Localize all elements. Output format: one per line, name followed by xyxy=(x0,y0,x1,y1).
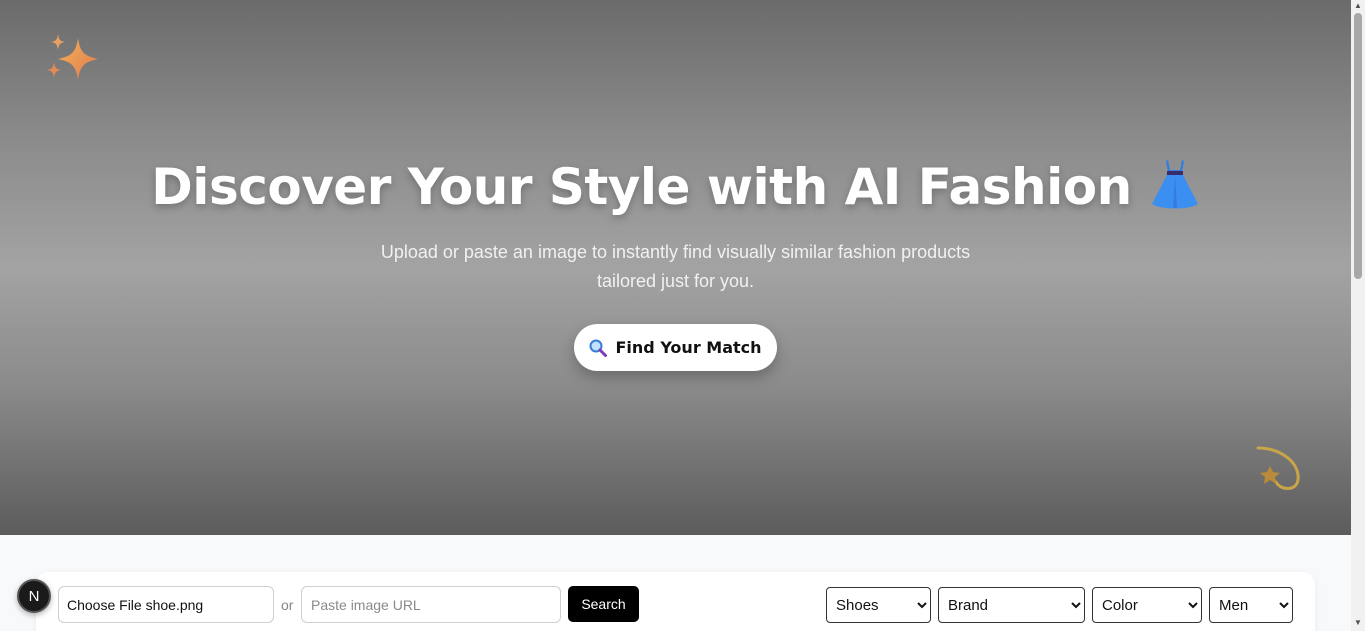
page-scrollbar[interactable]: ▲ ▼ xyxy=(1351,0,1365,631)
search-button[interactable]: Search xyxy=(568,586,639,622)
hero-subtitle-line2: tailored just for you. xyxy=(596,271,755,291)
scroll-down-arrow-icon[interactable]: ▼ xyxy=(1353,618,1363,628)
app-badge-letter: N xyxy=(28,587,40,605)
sparkles-icon xyxy=(47,34,98,80)
shooting-star-icon xyxy=(1256,446,1300,490)
scrollbar-thumb[interactable] xyxy=(1354,13,1362,279)
brand-select[interactable]: Brand xyxy=(938,587,1085,623)
hero-title: Discover Your Style with AI Fashion xyxy=(0,158,1351,222)
file-upload-label: Choose File shoe.png xyxy=(67,596,204,613)
gender-select[interactable]: Men xyxy=(1209,587,1293,623)
or-separator: or xyxy=(281,597,294,613)
magnifier-icon xyxy=(589,339,608,357)
hero-subtitle: Upload or paste an image to instantly fi… xyxy=(360,238,991,296)
find-your-match-button[interactable]: Find Your Match xyxy=(574,324,777,371)
find-your-match-label: Find Your Match xyxy=(615,338,762,357)
hero-section: Discover Your Style with AI Fashion Uplo… xyxy=(0,0,1351,535)
category-select[interactable]: Shoes xyxy=(826,587,931,623)
image-url-input[interactable] xyxy=(301,586,561,623)
scroll-up-arrow-icon[interactable]: ▲ xyxy=(1353,1,1363,11)
color-select[interactable]: Color xyxy=(1092,587,1202,623)
app-badge[interactable]: N xyxy=(17,579,51,613)
file-upload-input[interactable]: Choose File shoe.png xyxy=(58,586,274,623)
dress-icon xyxy=(1150,158,1200,222)
hero-subtitle-line1: Upload or paste an image to instantly fi… xyxy=(380,242,971,262)
hero-title-text: Discover Your Style with AI Fashion xyxy=(151,158,1132,216)
